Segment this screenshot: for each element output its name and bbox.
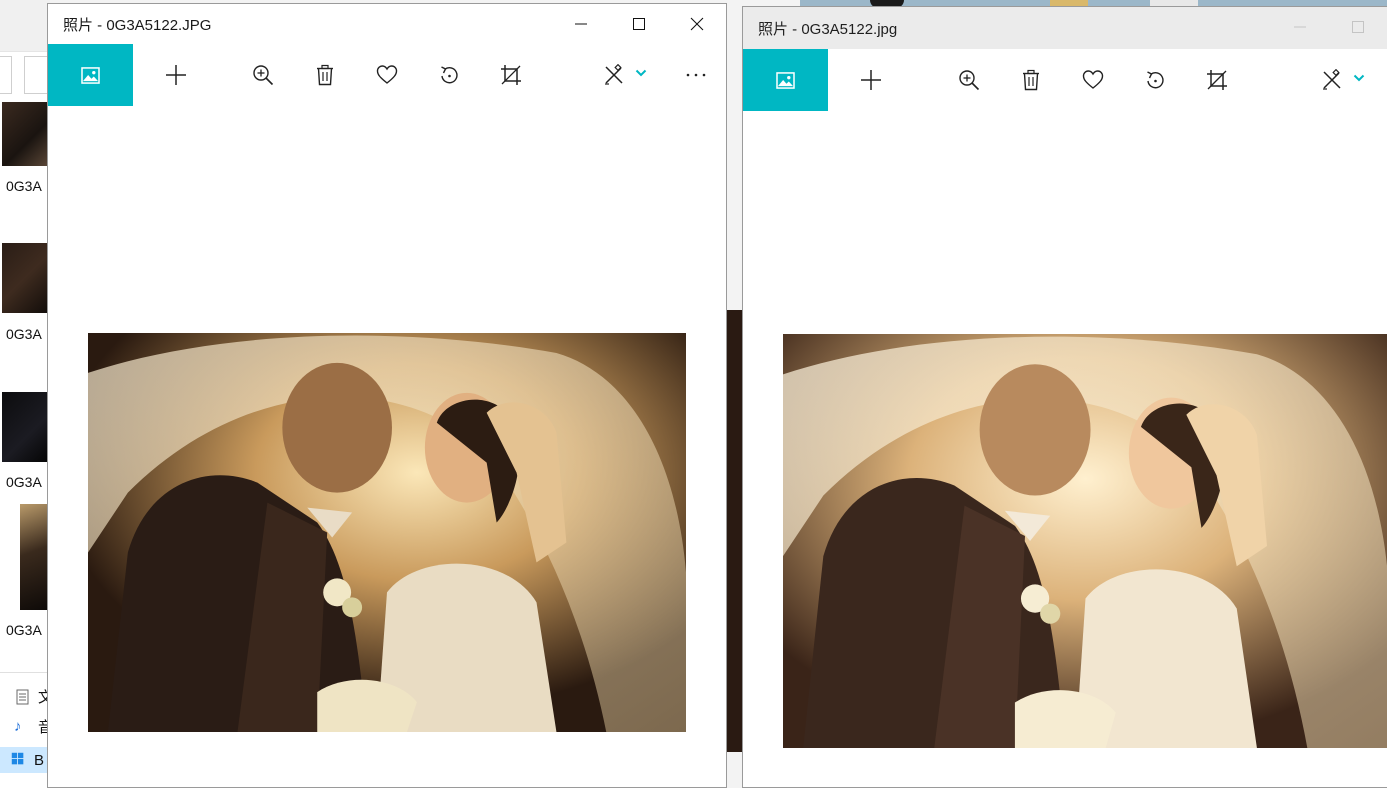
minimize-button[interactable] xyxy=(552,4,610,44)
sidebar-item-drive[interactable]: B xyxy=(0,747,50,773)
heart-icon xyxy=(1082,70,1104,89)
collection-home-button[interactable] xyxy=(743,49,828,111)
zoom-in-icon xyxy=(253,65,274,86)
windows-drive-icon xyxy=(10,751,28,769)
wedding-photo-image xyxy=(88,333,686,732)
thumbnail-label[interactable]: 0G3A xyxy=(6,326,42,342)
plus-icon xyxy=(166,65,186,85)
title-bar[interactable]: 照片 - 0G3A5122.JPG xyxy=(48,4,726,44)
favorite-button[interactable] xyxy=(367,44,407,106)
close-icon xyxy=(690,17,704,31)
collection-home-button[interactable] xyxy=(48,44,133,106)
chevron-down-icon[interactable] xyxy=(1353,73,1365,83)
zoom-in-icon xyxy=(959,70,980,91)
add-button[interactable] xyxy=(851,49,891,111)
more-icon xyxy=(686,73,706,77)
image-icon xyxy=(81,66,100,84)
trash-icon xyxy=(1023,69,1039,91)
sidebar-item-label: B xyxy=(34,751,45,769)
crop-icon xyxy=(1207,70,1227,90)
maximize-icon xyxy=(633,18,645,30)
title-bar[interactable]: 照片 - 0G3A5122.jpg xyxy=(743,7,1387,49)
photo-thumbnail[interactable] xyxy=(20,504,48,610)
photos-window-left: 照片 - 0G3A5122.JPG xyxy=(47,3,727,788)
rotate-icon xyxy=(1147,71,1164,89)
thumbnail-label[interactable]: 0G3A xyxy=(6,622,42,638)
photo-thumbnail[interactable] xyxy=(2,392,48,462)
window-title: 照片 - 0G3A5122.jpg xyxy=(758,20,898,38)
music-note-icon: ♪ xyxy=(14,717,22,735)
heart-icon xyxy=(376,65,398,84)
window-title: 照片 - 0G3A5122.JPG xyxy=(63,16,212,34)
minimize-icon xyxy=(575,23,587,25)
file-explorer-window: 0G3A 0G3A 0G3A 0G3A 文 ♪ 音 B xyxy=(0,0,53,788)
rotate-button[interactable] xyxy=(1135,49,1175,111)
rotate-icon xyxy=(441,66,458,84)
rotate-button[interactable] xyxy=(429,44,469,106)
edit-draw-button[interactable] xyxy=(1312,49,1352,111)
photo-canvas[interactable] xyxy=(783,334,1387,748)
photo-thumbnail[interactable] xyxy=(2,102,48,166)
trash-icon xyxy=(317,64,333,86)
delete-button[interactable] xyxy=(305,44,345,106)
minimize-icon xyxy=(1294,26,1306,28)
thumbnail-label[interactable]: 0G3A xyxy=(6,474,42,490)
crop-button[interactable] xyxy=(491,44,531,106)
crop-icon xyxy=(501,65,521,85)
close-button[interactable] xyxy=(668,4,726,44)
document-icon xyxy=(14,688,32,706)
maximize-icon xyxy=(1352,21,1364,33)
favorite-button[interactable] xyxy=(1073,49,1113,111)
edit-pencil-icon xyxy=(1323,69,1341,90)
nav-back-button[interactable] xyxy=(0,56,12,94)
photo-canvas[interactable] xyxy=(88,333,686,732)
photo-toolbar xyxy=(48,44,726,106)
explorer-ribbon xyxy=(0,0,50,52)
edit-pencil-icon xyxy=(605,64,623,85)
thumbnail-label[interactable]: 0G3A xyxy=(6,178,42,194)
photo-thumbnail[interactable] xyxy=(2,243,48,313)
maximize-button[interactable] xyxy=(1329,7,1387,47)
zoom-in-button[interactable] xyxy=(949,49,989,111)
photo-toolbar xyxy=(743,49,1387,111)
photos-window-right: 照片 - 0G3A5122.jpg xyxy=(742,6,1387,788)
delete-button[interactable] xyxy=(1011,49,1051,111)
image-icon xyxy=(776,71,795,89)
plus-icon xyxy=(861,70,881,90)
chevron-down-icon[interactable] xyxy=(635,68,647,78)
maximize-button[interactable] xyxy=(610,4,668,44)
divider xyxy=(0,672,50,673)
zoom-in-button[interactable] xyxy=(243,44,283,106)
crop-button[interactable] xyxy=(1197,49,1237,111)
edit-draw-button[interactable] xyxy=(594,44,634,106)
minimize-button[interactable] xyxy=(1271,7,1329,47)
add-button[interactable] xyxy=(156,44,196,106)
wedding-photo-image xyxy=(783,334,1387,748)
background-photo-edge xyxy=(727,310,742,752)
more-button[interactable] xyxy=(676,44,716,106)
